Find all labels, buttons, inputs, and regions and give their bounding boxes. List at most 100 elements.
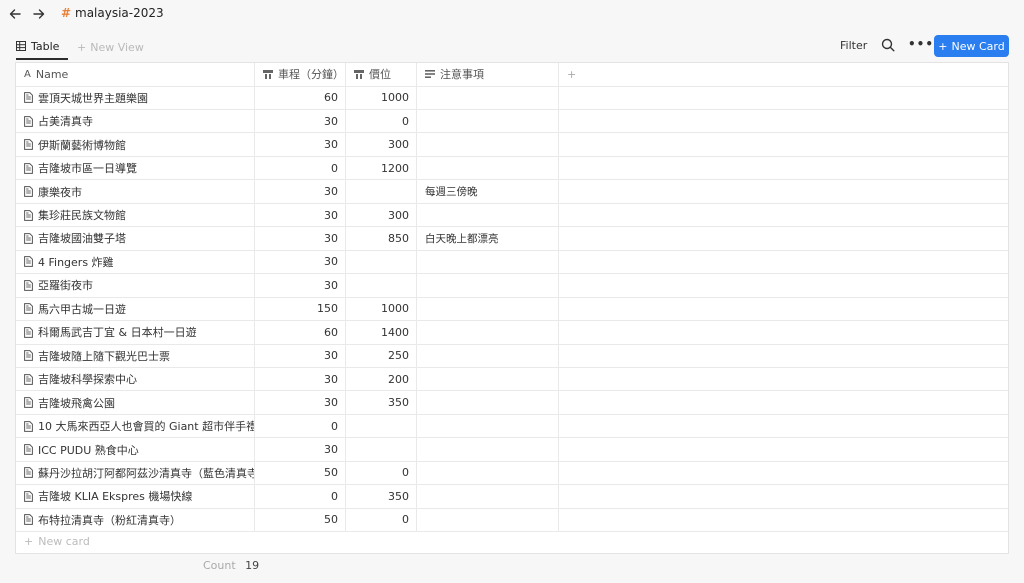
table-row[interactable]: 集珍莊民族文物館 30 300 [16, 203, 1008, 228]
cell-price[interactable]: 350 [346, 485, 417, 508]
add-column-button[interactable]: + [559, 63, 1008, 86]
cell-price[interactable]: 1000 [346, 297, 417, 321]
cell-distance[interactable]: 30 [255, 274, 346, 297]
cell-distance[interactable]: 30 [255, 250, 346, 274]
cell-price[interactable]: 200 [346, 367, 417, 391]
cell-price[interactable] [346, 414, 417, 438]
cell-notes[interactable] [417, 203, 559, 227]
cell-name[interactable]: 亞羅街夜市 [16, 274, 255, 297]
cell-distance[interactable]: 30 [255, 367, 346, 391]
cell-distance[interactable]: 0 [255, 414, 346, 438]
cell-notes[interactable] [417, 274, 559, 297]
cell-name[interactable]: 布特拉清真寺（粉紅清真寺） [16, 508, 255, 532]
more-icon[interactable]: ••• [908, 37, 934, 51]
table-row[interactable]: 雲頂天城世界主題樂園 60 1000 [16, 86, 1008, 110]
cell-distance[interactable]: 150 [255, 297, 346, 321]
table-row[interactable]: 吉隆坡市區一日導覽 0 1200 [16, 156, 1008, 181]
cell-notes[interactable] [417, 367, 559, 391]
cell-price[interactable]: 850 [346, 227, 417, 250]
table-row[interactable]: 4 Fingers 炸雞 30 [16, 250, 1008, 275]
cell-notes[interactable] [417, 109, 559, 133]
table-row[interactable]: 吉隆坡 KLIA Ekspres 機場快線 0 350 [16, 485, 1008, 509]
new-card-button[interactable]: + New Card [934, 35, 1009, 57]
cell-price[interactable]: 300 [346, 133, 417, 156]
table-row[interactable]: 蘇丹沙拉胡汀阿都阿茲沙清真寺（藍色清真寺） 50 0 [16, 461, 1008, 486]
cell-notes[interactable] [417, 391, 559, 414]
cell-distance[interactable]: 30 [255, 203, 346, 227]
forward-arrow-icon[interactable] [30, 5, 48, 23]
cell-notes[interactable] [417, 344, 559, 367]
cell-distance[interactable]: 30 [255, 180, 346, 203]
cell-price[interactable] [346, 250, 417, 274]
cell-name[interactable]: 蘇丹沙拉胡汀阿都阿茲沙清真寺（藍色清真寺） [16, 461, 255, 485]
cell-distance[interactable]: 30 [255, 391, 346, 414]
cell-price[interactable]: 250 [346, 344, 417, 367]
cell-notes[interactable] [417, 250, 559, 274]
cell-price[interactable]: 0 [346, 508, 417, 532]
column-header-price[interactable]: 價位 [346, 63, 417, 86]
cell-distance[interactable]: 30 [255, 109, 346, 133]
cell-name[interactable]: 科爾馬武吉丁宜 & 日本村一日遊 [16, 321, 255, 344]
cell-notes[interactable] [417, 508, 559, 532]
cell-price[interactable]: 0 [346, 109, 417, 133]
table-row[interactable]: 10 大馬來西亞人也會買的 Giant 超市伴手禮 0 [16, 414, 1008, 439]
cell-name[interactable]: 10 大馬來西亞人也會買的 Giant 超市伴手禮 [16, 414, 255, 438]
cell-price[interactable] [346, 438, 417, 461]
cell-name[interactable]: ICC PUDU 熟食中心 [16, 438, 255, 461]
cell-price[interactable]: 0 [346, 461, 417, 485]
cell-notes[interactable] [417, 86, 559, 109]
column-header-notes[interactable]: 注意事項 [417, 63, 559, 86]
cell-name[interactable]: 伊斯蘭藝術博物館 [16, 133, 255, 156]
search-icon[interactable] [881, 38, 895, 52]
cell-name[interactable]: 占美清真寺 [16, 109, 255, 133]
cell-price[interactable] [346, 274, 417, 297]
cell-distance[interactable]: 30 [255, 438, 346, 461]
cell-name[interactable]: 康樂夜市 [16, 180, 255, 203]
tab-table[interactable]: Table [16, 34, 68, 60]
cell-name[interactable]: 吉隆坡飛禽公園 [16, 391, 255, 414]
table-row[interactable]: 科爾馬武吉丁宜 & 日本村一日遊 60 1400 [16, 321, 1008, 345]
table-row[interactable]: 康樂夜市 30 每週三傍晚 [16, 180, 1008, 204]
back-arrow-icon[interactable] [6, 5, 24, 23]
table-row[interactable]: 馬六甲古城一日遊 150 1000 [16, 297, 1008, 322]
cell-name[interactable]: 吉隆坡隨上隨下觀光巴士票 [16, 344, 255, 367]
cell-name[interactable]: 馬六甲古城一日遊 [16, 297, 255, 321]
cell-name[interactable]: 吉隆坡 KLIA Ekspres 機場快線 [16, 485, 255, 508]
table-row[interactable]: 吉隆坡科學探索中心 30 200 [16, 367, 1008, 392]
table-row[interactable]: 伊斯蘭藝術博物館 30 300 [16, 133, 1008, 157]
cell-price[interactable]: 350 [346, 391, 417, 414]
cell-price[interactable]: 1400 [346, 321, 417, 344]
cell-notes[interactable] [417, 414, 559, 438]
cell-price[interactable]: 1000 [346, 86, 417, 109]
cell-distance[interactable]: 30 [255, 227, 346, 250]
cell-distance[interactable]: 0 [255, 485, 346, 508]
cell-name[interactable]: 雲頂天城世界主題樂園 [16, 86, 255, 109]
table-row[interactable]: 吉隆坡飛禽公園 30 350 [16, 391, 1008, 415]
cell-price[interactable]: 300 [346, 203, 417, 227]
cell-distance[interactable]: 50 [255, 508, 346, 532]
cell-notes[interactable] [417, 485, 559, 508]
table-row[interactable]: ICC PUDU 熟食中心 30 [16, 438, 1008, 462]
cell-distance[interactable]: 60 [255, 321, 346, 344]
cell-notes[interactable] [417, 297, 559, 321]
cell-notes[interactable] [417, 156, 559, 180]
cell-distance[interactable]: 30 [255, 133, 346, 156]
cell-distance[interactable]: 60 [255, 86, 346, 109]
cell-name[interactable]: 吉隆坡科學探索中心 [16, 367, 255, 391]
new-card-row[interactable]: + New card [16, 530, 1008, 553]
cell-price[interactable]: 1200 [346, 156, 417, 180]
cell-distance[interactable]: 30 [255, 344, 346, 367]
cell-notes[interactable] [417, 321, 559, 344]
cell-distance[interactable]: 0 [255, 156, 346, 180]
cell-name[interactable]: 吉隆坡國油雙子塔 [16, 227, 255, 250]
cell-distance[interactable]: 50 [255, 461, 346, 485]
cell-price[interactable] [346, 180, 417, 203]
table-row[interactable]: 占美清真寺 30 0 [16, 109, 1008, 134]
table-row[interactable]: 吉隆坡國油雙子塔 30 850 白天晚上都漂亮 [16, 227, 1008, 251]
cell-notes[interactable] [417, 461, 559, 485]
cell-notes[interactable]: 每週三傍晚 [417, 180, 559, 203]
cell-name[interactable]: 集珍莊民族文物館 [16, 203, 255, 227]
table-row[interactable]: 亞羅街夜市 30 [16, 274, 1008, 298]
cell-notes[interactable]: 白天晚上都漂亮 [417, 227, 559, 250]
filter-button[interactable]: Filter [840, 39, 867, 52]
